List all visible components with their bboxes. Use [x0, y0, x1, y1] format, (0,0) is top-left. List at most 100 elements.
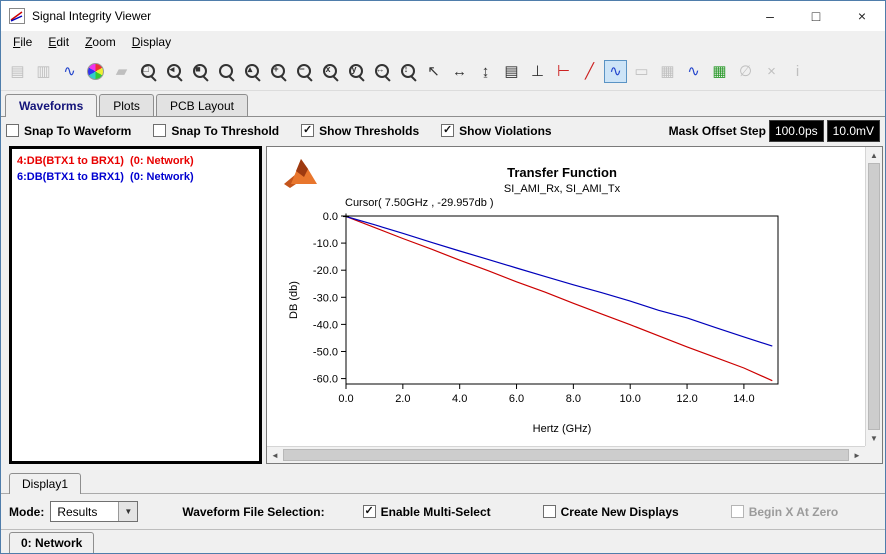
mode-select[interactable]: Results ▼	[50, 501, 139, 522]
checkbox-label: Create New Displays	[560, 504, 679, 519]
eraser-icon: ▰	[115, 63, 128, 80]
bottom-checkboxes: ✓ Enable Multi-Select ✓ Create New Displ…	[362, 504, 838, 519]
tab-pcb-layout[interactable]: PCB Layout	[155, 94, 248, 116]
zoom-off-icon[interactable]	[214, 60, 237, 83]
vertical-scrollbar[interactable]: ▲ ▼	[865, 147, 882, 446]
checkbox-show-violations[interactable]: ✓ Show Violations	[441, 124, 552, 138]
open-icon: ▤	[10, 63, 25, 80]
checkbox-show-thresholds[interactable]: ✓ Show Thresholds	[301, 124, 419, 138]
horizontal-scrollbar[interactable]: ◄ ►	[267, 446, 865, 463]
zoom-in-y-icon[interactable]: y	[344, 60, 367, 83]
zoom-fit-icon[interactable]: ■	[188, 60, 211, 83]
report-icon[interactable]: ▤	[500, 60, 523, 83]
info-icon: i	[795, 63, 800, 80]
tab-waveforms[interactable]: Waveforms	[5, 94, 98, 117]
svg-text:-10.0: -10.0	[313, 238, 338, 250]
waveform-file-selection-label: Waveform File Selection:	[182, 504, 325, 519]
checkbox-snap-to-threshold[interactable]: ✓ Snap To Threshold	[153, 124, 279, 138]
checkbox-label: Snap To Threshold	[171, 123, 280, 138]
window-controls: – □ ×	[747, 1, 885, 31]
zoom-region-icon[interactable]: □	[136, 60, 159, 83]
zoom-x-range-icon[interactable]: ↔	[370, 60, 393, 83]
menu-zoom[interactable]: Zoom	[77, 33, 124, 51]
save-icon: ▥	[36, 63, 51, 80]
check-icon: ✓	[303, 124, 313, 136]
scroll-up-icon[interactable]: ▲	[866, 147, 882, 163]
svg-text:-30.0: -30.0	[313, 292, 338, 304]
mask-offset-time-field[interactable]: 100.0ps	[768, 119, 824, 142]
zoom-select-icon[interactable]: ▴	[240, 60, 263, 83]
checkbox-box[interactable]: ✓	[542, 505, 556, 518]
check-icon: ✓	[443, 124, 453, 136]
maximize-button[interactable]: □	[793, 1, 839, 31]
plot-area[interactable]: 0.0 2.0 4.0 6.0 8.0 10.0 12.0 14.0 0.0 -10.0 -20.0…	[267, 147, 865, 446]
marker-icon[interactable]: ⊢	[552, 60, 575, 83]
grid-icon[interactable]: ▦	[708, 60, 731, 83]
toolbar: ▤ ▥ ∿ ▰ □ ◂ ■ ▴ + − x y ↔ ↕ ↖ ↔ ↨ ▤ ⊥ ⊢ …	[1, 53, 885, 91]
zoom-y-range-icon[interactable]: ↕	[396, 60, 419, 83]
svg-text:-60.0: -60.0	[313, 374, 338, 386]
vertical-scroll-thumb[interactable]	[868, 163, 880, 430]
matlab-logo	[281, 151, 321, 196]
horizontal-scroll-thumb[interactable]	[283, 449, 849, 461]
menu-file[interactable]: File	[5, 33, 40, 51]
dropdown-arrow-icon[interactable]: ▼	[118, 502, 138, 521]
tab-plots[interactable]: Plots	[99, 94, 154, 116]
zoom-in-x-icon[interactable]: x	[318, 60, 341, 83]
checkbox-label: Enable Multi-Select	[380, 504, 491, 519]
svg-text:Hertz (GHz): Hertz (GHz)	[533, 423, 592, 435]
mask-icon[interactable]: ╱	[578, 60, 601, 83]
checkbox-create-new-displays[interactable]: ✓ Create New Displays	[542, 504, 679, 519]
scroll-left-icon[interactable]: ◄	[267, 447, 283, 463]
checkbox-box[interactable]: ✓	[730, 505, 744, 518]
new-plot-icon[interactable]: ∿	[58, 60, 81, 83]
checkbox-snap-to-waveform[interactable]: ✓ Snap To Waveform	[6, 124, 131, 138]
menu-display[interactable]: Display	[124, 33, 179, 51]
checkbox-enable-multi-select[interactable]: ✓ Enable Multi-Select	[362, 504, 491, 519]
options-checkboxes: ✓ Snap To Waveform ✓ Snap To Threshold ✓…	[6, 124, 552, 138]
menu-edit[interactable]: Edit	[40, 33, 77, 51]
tab-display1[interactable]: Display1	[9, 473, 82, 494]
horizontal-cursor-icon[interactable]: ↔	[448, 60, 471, 83]
main-tabbar: Waveforms Plots PCB Layout	[1, 91, 885, 117]
legend-panel: 4:DB(BTX1 to BRX1) (0: Network) 6:DB(BTX…	[9, 146, 262, 464]
display-tabbar: Display1	[1, 469, 885, 494]
legend-item-4-db[interactable]: 4:DB(BTX1 to BRX1) (0: Network)	[14, 153, 257, 169]
checkbox-box[interactable]: ✓	[441, 124, 455, 137]
zoom-previous-icon[interactable]: ◂	[162, 60, 185, 83]
zoom-in-icon[interactable]: +	[266, 60, 289, 83]
tab-0-network[interactable]: 0: Network	[9, 532, 95, 553]
checkbox-label: Snap To Waveform	[24, 123, 132, 138]
checkbox-begin-x-at-zero[interactable]: ✓ Begin X At Zero	[730, 505, 838, 519]
svg-text:0.0: 0.0	[338, 393, 353, 405]
threshold-icon[interactable]: ⊥	[526, 60, 549, 83]
checkbox-box[interactable]: ✓	[153, 124, 167, 137]
scrollbar-corner	[865, 446, 882, 463]
minimize-button[interactable]: –	[747, 1, 793, 31]
histogram-icon: ▦	[660, 63, 675, 80]
diagonal-cursor-icon[interactable]: ↖	[422, 60, 445, 83]
scroll-right-icon[interactable]: ►	[849, 447, 865, 463]
checkbox-box[interactable]: ✓	[301, 124, 315, 137]
mask-offset-group: Mask Offset Step 100.0ps 10.0mV	[669, 119, 880, 142]
network-tabbar: 0: Network	[1, 529, 885, 553]
close-button[interactable]: ×	[839, 1, 885, 31]
plot-panel: 0.0 2.0 4.0 6.0 8.0 10.0 12.0 14.0 0.0 -10.0 -20.0…	[266, 146, 883, 464]
svg-text:-20.0: -20.0	[313, 265, 338, 277]
eye-mask-icon[interactable]: ∿	[604, 60, 627, 83]
chart-subtitle: SI_AMI_Rx, SI_AMI_Tx	[503, 183, 621, 195]
vertical-cursor-icon[interactable]: ↨	[474, 60, 497, 83]
window-title: Signal Integrity Viewer	[32, 9, 152, 23]
checkbox-box[interactable]: ✓	[362, 505, 376, 518]
svg-text:DB (db): DB (db)	[288, 281, 300, 319]
checkbox-box[interactable]: ✓	[6, 124, 19, 137]
svg-text:6.0: 6.0	[509, 393, 524, 405]
waveform-icon[interactable]: ∿	[682, 60, 705, 83]
cursor-readout: Cursor( 7.50GHz , -29.957db )	[345, 197, 494, 209]
color-wheel-icon[interactable]	[84, 60, 107, 83]
legend-item-6-db[interactable]: 6:DB(BTX1 to BRX1) (0: Network)	[14, 169, 257, 185]
mask-offset-voltage-field[interactable]: 10.0mV	[826, 119, 880, 142]
scroll-down-icon[interactable]: ▼	[866, 430, 882, 446]
zoom-out-icon[interactable]: −	[292, 60, 315, 83]
titlebar: Signal Integrity Viewer – □ ×	[1, 1, 885, 31]
